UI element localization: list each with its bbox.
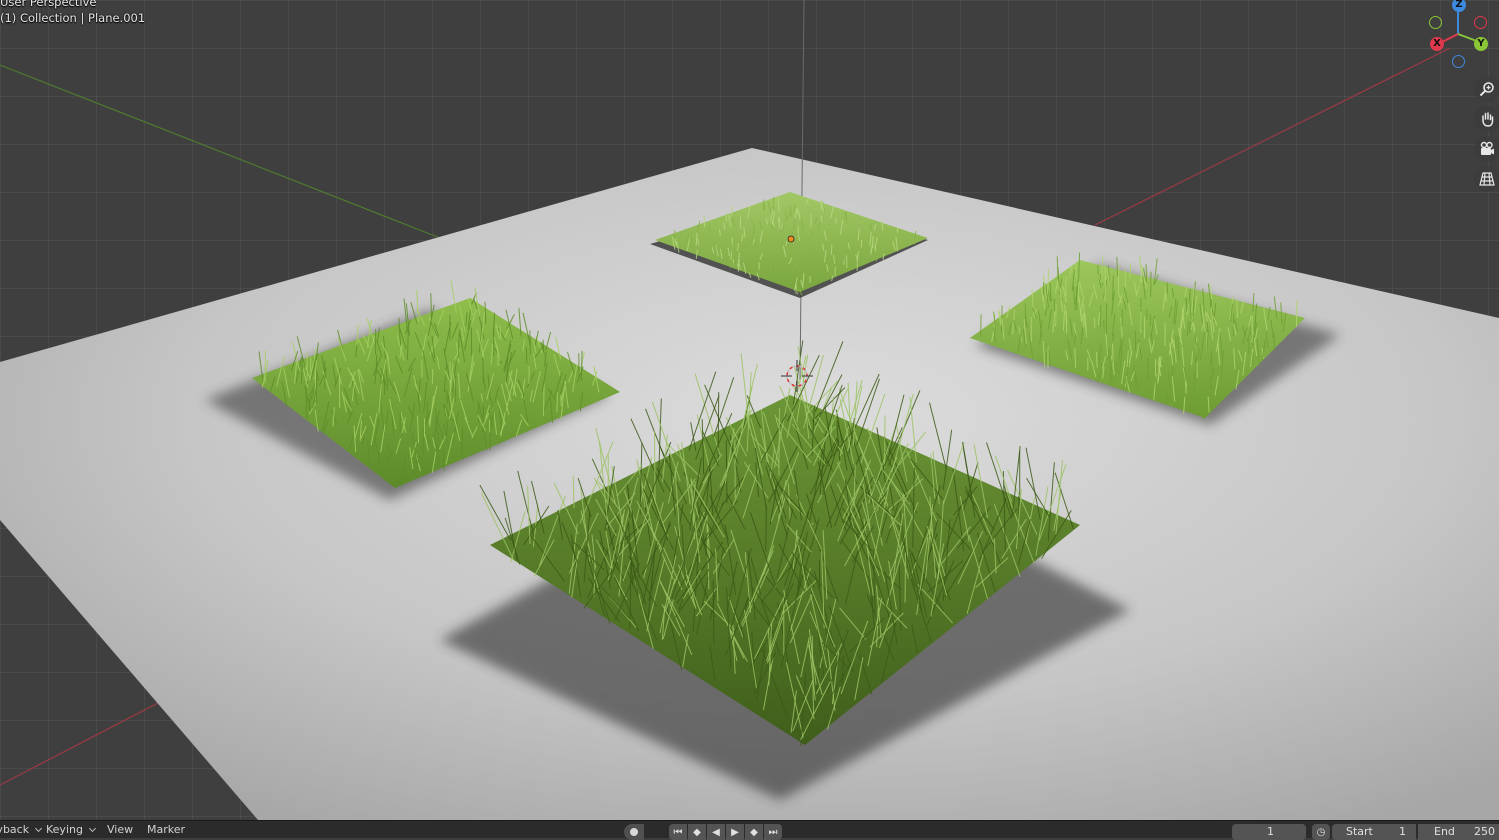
object-info-label: (1) Collection | Plane.001 [0,11,145,25]
gizmo-x-axis[interactable]: X [1430,37,1444,51]
grass-blade [831,245,832,255]
y-axis-line [0,65,440,238]
grass-blade [713,580,714,645]
grass-blade [1210,377,1211,390]
grass-blade [861,240,862,248]
x-axis-line [0,703,158,785]
playback-menu[interactable]: Playback [0,823,43,837]
grass-blade [773,197,774,211]
prev-keyframe-icon: ◆ [693,827,701,838]
gizmo-neg-x-axis[interactable] [1474,16,1487,29]
jump-end-button[interactable]: ⏭ [764,824,782,840]
clock-icon: ◷ [1317,827,1326,838]
grass-blade [1097,352,1098,368]
grass-blade [1113,275,1114,300]
grass-blade [557,392,558,412]
end-value: 250 [1474,824,1495,840]
navigation-gizmo[interactable]: Z Y X [1420,0,1499,72]
play-reverse-icon: ◀ [712,827,720,838]
start-value: 1 [1399,824,1406,840]
end-label: End [1434,824,1455,840]
grass-blade [1078,283,1079,303]
hand-pan-icon [1479,111,1495,127]
record-dot-icon [630,828,638,836]
start-label: Start [1346,824,1373,840]
grass-blade [724,223,725,230]
next-keyframe-button[interactable]: ◆ [745,824,763,840]
camera-icon [1479,141,1495,157]
grass-blade [871,223,872,229]
grass-blade [766,506,767,552]
auto-keying-toggle[interactable] [624,824,644,840]
grass-blade [1253,352,1254,365]
grass-blade [786,241,787,246]
grass-blade [1025,303,1026,326]
current-frame-value: 1 [1267,824,1274,840]
gizmo-neg-z-axis[interactable] [1452,55,1465,68]
grass-blade [530,330,531,354]
grass-blade [544,383,545,416]
grass-blade [561,394,562,407]
grass-blade [1146,264,1147,283]
grass-blade [1141,298,1142,308]
view-menu[interactable]: View [107,823,133,837]
grass-blade [809,238,810,244]
marker-menu[interactable]: Marker [147,823,185,837]
grass-blade [438,433,439,452]
jump-end-icon: ⏭ [769,827,778,838]
grid-ortho-icon [1479,171,1495,187]
grass-blade [1113,376,1114,386]
pan-button[interactable] [1474,106,1499,132]
grass-blade [655,432,656,505]
end-frame-field[interactable]: End 250 [1418,824,1499,840]
play-reverse-button[interactable]: ◀ [707,824,725,840]
jump-start-icon: ⏮ [674,827,683,838]
grass-blade [302,357,303,384]
grass-blade [786,209,787,220]
start-frame-field[interactable]: Start 1 [1332,824,1416,840]
play-button[interactable]: ▶ [726,824,744,840]
grass-blade [1098,265,1099,274]
view-name-label: User Perspective [0,0,96,9]
preview-range-toggle[interactable]: ◷ [1312,824,1330,840]
grass-blade [483,358,484,383]
x-axis-line-far [1095,48,1450,225]
play-icon: ▶ [731,827,739,838]
gizmo-y-axis[interactable]: Y [1474,37,1488,51]
grass-blade [779,408,780,476]
grass-blade [845,212,846,219]
zoom-icon [1479,81,1495,97]
grass-blade [796,211,797,219]
3d-viewport[interactable]: User Perspective (1) Collection | Plane.… [0,0,1499,820]
prev-keyframe-button[interactable]: ◆ [688,824,706,840]
ortho-toggle-button[interactable] [1474,166,1499,192]
grass-blade [431,293,432,318]
current-frame-field[interactable]: 1 [1232,824,1306,840]
object-origin [788,236,794,242]
grass-blade [1056,304,1057,326]
next-keyframe-icon: ◆ [750,827,758,838]
timeline-header: Playback Keying View Marker ⏮ ◆ ◀ ▶ ◆ ⏭ … [0,820,1499,838]
jump-start-button[interactable]: ⏮ [669,824,687,840]
grass-blade [1094,318,1095,329]
camera-view-button[interactable] [1474,136,1499,162]
scene-render [0,0,1499,820]
gizmo-neg-y-axis[interactable] [1429,16,1442,29]
grass-blade [526,347,527,364]
keying-menu[interactable]: Keying [46,823,97,837]
zoom-button[interactable] [1474,76,1499,102]
grass-blade [455,376,456,403]
grass-blade [1176,336,1177,348]
grass-blade [1122,309,1123,326]
